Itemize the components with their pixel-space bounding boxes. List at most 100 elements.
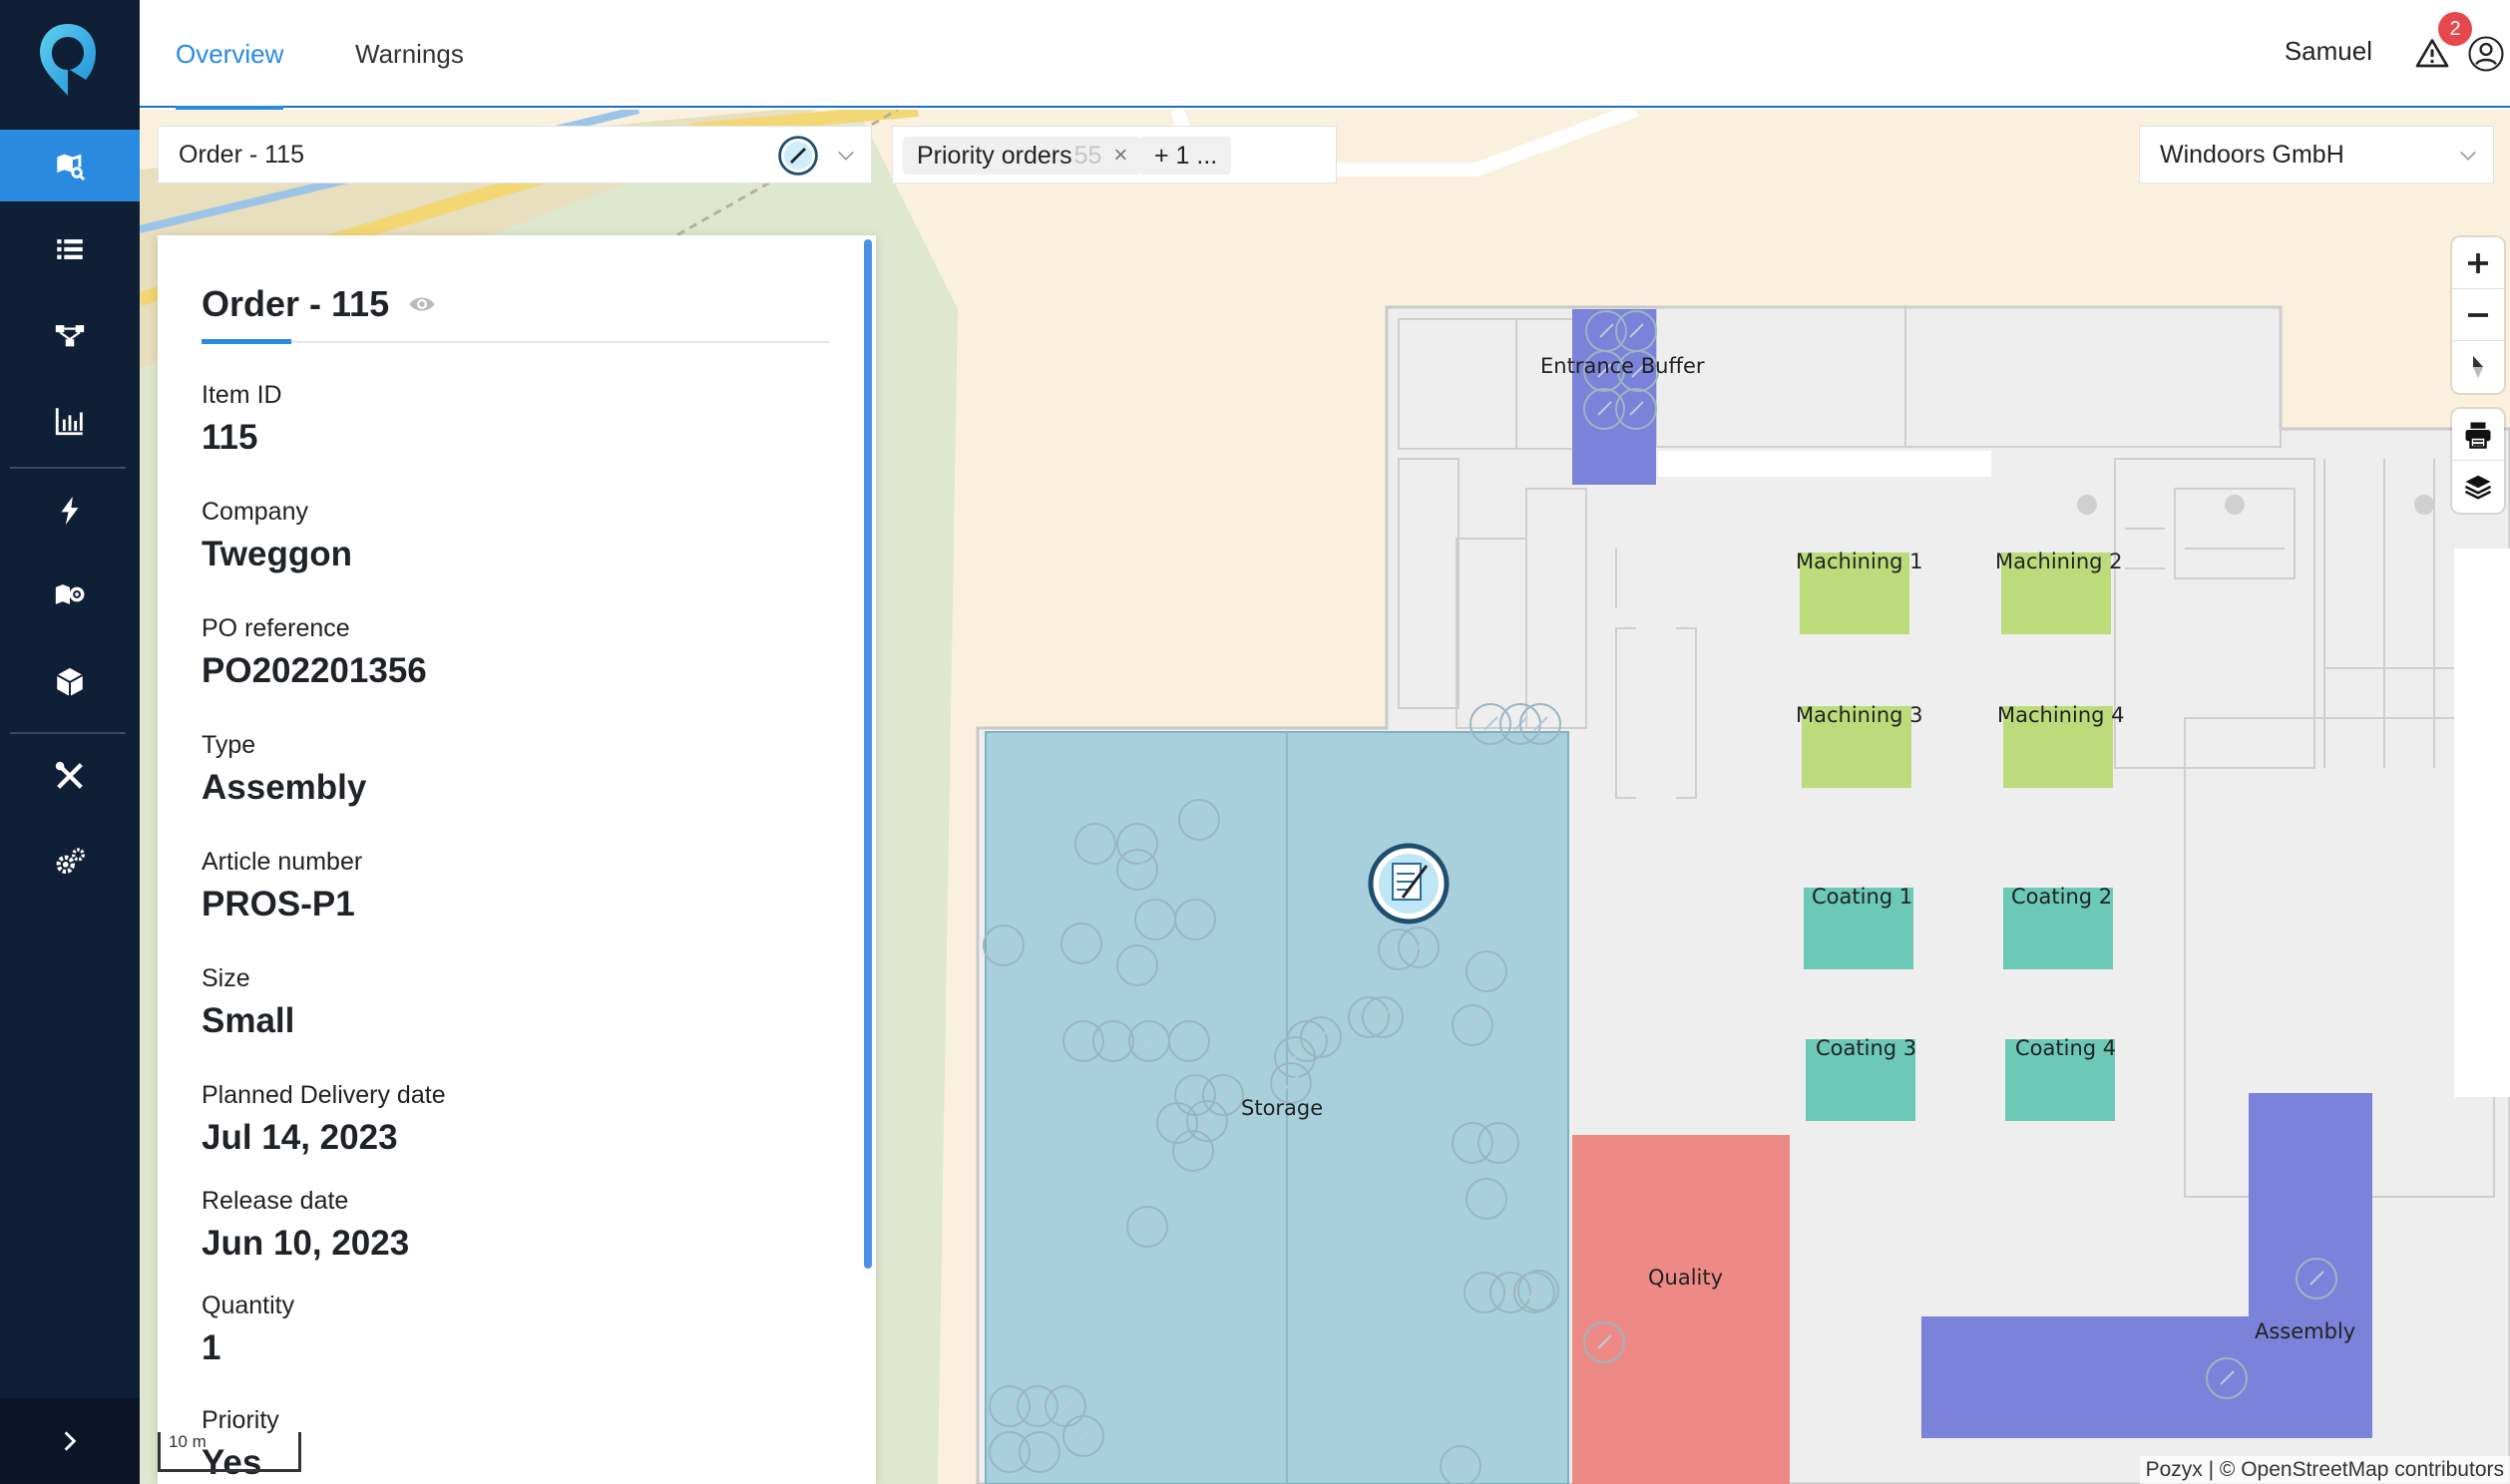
order-status-icon: [777, 135, 819, 177]
tab-label: Warnings: [355, 39, 464, 70]
printer-icon: [2463, 420, 2493, 450]
tab-overview[interactable]: Overview: [176, 0, 283, 108]
field-label: Type: [202, 731, 366, 760]
field-value: Assembly: [202, 768, 366, 808]
eye-icon[interactable]: [407, 289, 437, 319]
field-planned-delivery-date: Planned Delivery date Jul 14, 2023: [202, 1081, 446, 1158]
map-search-icon: [53, 149, 87, 183]
chip-label: Priority orders: [917, 142, 1072, 171]
sidebar-expand-button[interactable]: [0, 1398, 140, 1484]
warnings-button[interactable]: 2: [2408, 30, 2456, 78]
sidebar-item-events[interactable]: [0, 475, 140, 547]
filter-select[interactable]: Priority orders 55 × + 1 ...: [892, 126, 1337, 184]
panel-title-text: Order - 115: [202, 283, 389, 325]
zone-quality[interactable]: [1572, 1135, 1790, 1484]
sidebar-item-assets[interactable]: [0, 646, 140, 718]
zone-label: Quality: [1648, 1266, 1723, 1290]
zoom-out-button[interactable]: [2452, 289, 2504, 341]
pozyx-logo-icon[interactable]: [36, 20, 100, 100]
chevron-down-icon: [2457, 145, 2479, 167]
field-po-reference: PO reference PO202201356: [202, 614, 427, 691]
zone-label: Machining 1: [1796, 550, 1923, 573]
zone-label: Coating 4: [2015, 1036, 2116, 1060]
filter-chip-priority-orders[interactable]: Priority orders 55 ×: [903, 137, 1141, 175]
plus-icon: [2463, 248, 2493, 278]
corridor: [2454, 549, 2510, 1097]
zone-label: Storage: [1241, 1096, 1323, 1120]
sidebar-item-settings[interactable]: [0, 826, 140, 898]
field-value: PO202201356: [202, 651, 427, 691]
field-label: Quantity: [202, 1292, 294, 1320]
field-label: Item ID: [202, 381, 282, 410]
compass-icon: [2463, 352, 2493, 382]
sidebar-item-flow[interactable]: [0, 299, 140, 371]
zone-entrance-buffer[interactable]: [1572, 309, 1656, 485]
sidebar: [0, 0, 140, 1484]
zoom-in-button[interactable]: [2452, 237, 2504, 289]
field-type: Type Assembly: [202, 731, 366, 808]
zone-label: Entrance Buffer: [1540, 354, 1705, 378]
zoom-controls: [2452, 237, 2504, 393]
zone-label: Coating 3: [1816, 1036, 1916, 1060]
title-divider: [202, 341, 830, 343]
minus-icon: [2463, 300, 2493, 330]
selected-order-marker[interactable]: [1371, 846, 1447, 922]
pillar: [2077, 495, 2097, 515]
tab-label: Overview: [176, 39, 283, 70]
corridor: [1658, 451, 1991, 477]
zone-label: Coating 1: [1812, 885, 1912, 909]
field-item-id: Item ID 115: [202, 381, 282, 458]
field-label: Release date: [202, 1187, 409, 1216]
reset-bearing-button[interactable]: [2452, 341, 2504, 393]
panel-scrollbar[interactable]: [864, 239, 872, 1269]
sidebar-item-map-overview[interactable]: [0, 130, 140, 201]
field-value: 115: [202, 418, 282, 458]
sidebar-item-list[interactable]: [0, 213, 140, 285]
map-attribution[interactable]: Pozyx | © OpenStreetMap contributors: [2140, 1456, 2510, 1484]
field-company: Company Tweggon: [202, 498, 352, 574]
tools-icon: [53, 759, 87, 793]
filter-chip-more[interactable]: + 1 ...: [1140, 137, 1231, 175]
zone-label: Machining 2: [1995, 550, 2123, 573]
sidebar-divider: [10, 732, 126, 734]
field-label: Company: [202, 498, 352, 527]
sidebar-divider: [10, 467, 126, 469]
chip-count: 55: [1074, 142, 1102, 171]
field-value: PROS-P1: [202, 885, 362, 925]
panel-title: Order - 115: [202, 283, 437, 325]
flow-icon: [53, 318, 87, 352]
field-label: PO reference: [202, 614, 427, 643]
company-select-value: Windoors GmbH: [2160, 141, 2344, 170]
pillar: [2225, 495, 2245, 515]
field-value: Tweggon: [202, 535, 352, 574]
company-select[interactable]: Windoors GmbH: [2139, 126, 2494, 184]
chip-remove-icon[interactable]: ×: [1113, 142, 1127, 170]
list-icon: [53, 232, 87, 266]
gears-icon: [53, 845, 87, 879]
zone-label: Machining 4: [1997, 703, 2125, 727]
map-settings-icon: [53, 577, 87, 611]
title-accent: [202, 339, 291, 344]
field-size: Size Small: [202, 964, 294, 1041]
user-profile-button[interactable]: [2462, 30, 2510, 78]
field-quantity: Quantity 1: [202, 1292, 294, 1368]
zone-label: Assembly: [2255, 1319, 2355, 1343]
chart-icon: [53, 404, 87, 438]
order-select-value: Order - 115: [179, 141, 304, 170]
print-button[interactable]: [2452, 409, 2504, 461]
sidebar-item-tools[interactable]: [0, 740, 140, 812]
zone-label: Machining 3: [1796, 703, 1923, 727]
chip-label: + 1 ...: [1154, 142, 1217, 171]
field-label: Size: [202, 964, 294, 993]
field-value: Small: [202, 1001, 294, 1041]
lightning-icon: [53, 494, 87, 528]
layers-button[interactable]: [2452, 461, 2504, 513]
chevron-down-icon: [835, 145, 857, 167]
tab-warnings[interactable]: Warnings: [355, 0, 464, 108]
box-icon: [53, 665, 87, 699]
field-value: Jun 10, 2023: [202, 1224, 409, 1264]
sidebar-item-analytics[interactable]: [0, 385, 140, 457]
order-select[interactable]: Order - 115: [158, 126, 872, 184]
sidebar-item-map-settings[interactable]: [0, 558, 140, 630]
field-value: 1: [202, 1328, 294, 1368]
